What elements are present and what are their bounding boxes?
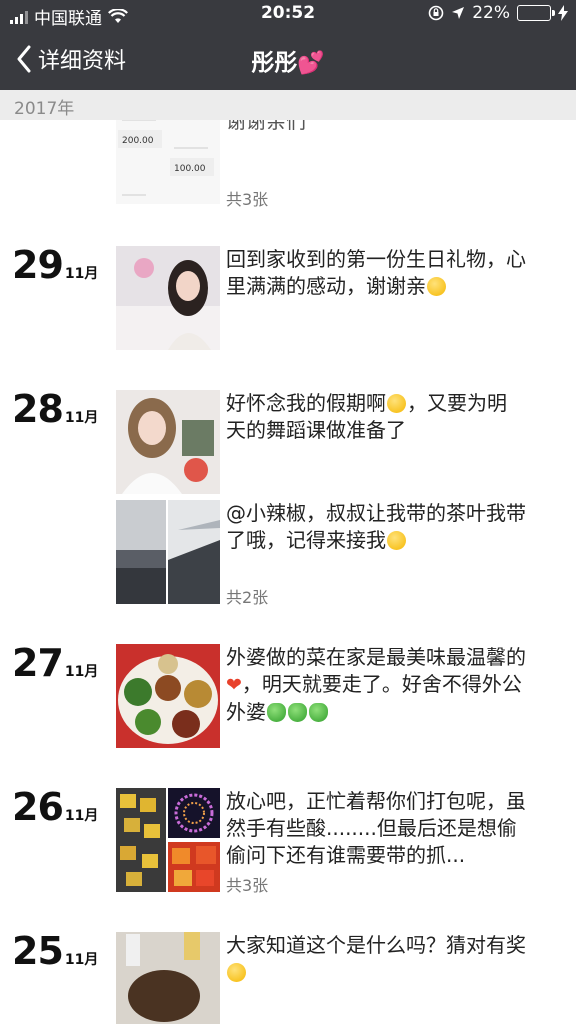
date-month: 11月 (64, 952, 99, 968)
receipt-photo[interactable]: 200.00 100.00 (116, 120, 220, 204)
food-photo[interactable] (116, 644, 220, 748)
battery-icon (517, 5, 555, 21)
fireworks-photo[interactable] (168, 788, 220, 838)
moment-text: 好怀念我的假期啊 ，又要为明天的舞蹈课做准备了 (226, 390, 526, 444)
date-day: 28 (12, 387, 64, 431)
packages-photo[interactable] (116, 788, 166, 892)
entry-date: 29 11月 (12, 246, 98, 284)
entry-date: 27 11月 (12, 644, 98, 682)
date-month: 11月 (64, 808, 99, 824)
photo-count: 共3张 (226, 190, 269, 209)
svg-text:100.00: 100.00 (174, 164, 206, 174)
plane-window-photo[interactable] (168, 500, 220, 604)
location-icon (452, 7, 465, 19)
title-text: 彤彤 (251, 50, 298, 76)
date-day: 29 (12, 243, 64, 287)
moment-text: 放心吧，正忙着帮你们打包呢，虽然手有些酸........但最后还是想偷偷问下还有… (226, 789, 526, 867)
status-bar: 中国联通 20:52 22% (0, 0, 576, 29)
orientation-lock-icon (428, 5, 444, 21)
airport-photo[interactable] (116, 500, 166, 604)
selfie-photo[interactable] (116, 246, 220, 350)
photo-count: 共3张 (226, 876, 269, 895)
date-month: 11月 (64, 266, 99, 282)
smile-emoji (387, 394, 406, 413)
date-month: 11月 (64, 664, 99, 680)
svg-text:200.00: 200.00 (122, 136, 154, 146)
moment-entry[interactable]: 25 11月 大家知道这个是什么吗？猜对有奖 (0, 932, 576, 1024)
moment-text: @小辣椒，叔叔让我带的茶叶我带了哦，记得来接我 (226, 500, 526, 554)
moment-entry[interactable]: @小辣椒，叔叔让我带的茶叶我带了哦，记得来接我 共2张 (0, 500, 576, 610)
frog-emoji (288, 703, 307, 722)
moment-text-part1: 好怀念我的假期啊 (226, 391, 386, 415)
date-day: 26 (12, 785, 64, 829)
heart-emoji: ❤ (226, 674, 242, 696)
moments-feed[interactable]: 200.00 100.00 谢谢亲们 共3张 29 11月 回到家收到的第一份生… (0, 120, 576, 1024)
moment-text: 谢谢亲们 (226, 120, 306, 133)
charging-icon (558, 5, 568, 21)
page-title: 彤彤💕 (0, 43, 576, 77)
moment-entry[interactable]: 26 11月 放心吧，正忙着帮你们打包呢，虽然手有些酸........但最后还是… (0, 788, 576, 898)
kiss-emoji (427, 277, 446, 296)
moment-entry[interactable]: 200.00 100.00 谢谢亲们 共3张 (0, 120, 576, 220)
date-month: 11月 (64, 410, 99, 426)
date-day: 27 (12, 641, 64, 685)
photo-count: 共2张 (226, 588, 269, 607)
moment-entry[interactable]: 27 11月 外婆做的菜在家是最美味最温馨的❤，明天就要走了。好舍不得外公外婆 (0, 644, 576, 754)
moment-entry[interactable]: 29 11月 回到家收到的第一份生日礼物，心里满满的感动，谢谢亲 (0, 246, 576, 356)
status-right: 22% (428, 3, 568, 23)
blush-emoji (387, 531, 406, 550)
nav-bar: 详细资料 彤彤💕 (0, 28, 576, 90)
entry-date: 26 11月 (12, 788, 98, 826)
date-day: 25 (12, 929, 64, 973)
moment-text-content: @小辣椒，叔叔让我带的茶叶我带了哦，记得来接我 (226, 501, 526, 552)
moment-text: 回到家收到的第一份生日礼物，心里满满的感动，谢谢亲 (226, 246, 526, 300)
vacation-photo[interactable] (116, 390, 220, 494)
moment-text-content: 大家知道这个是什么吗？猜对有奖 (226, 933, 526, 957)
entry-date: 25 11月 (12, 932, 98, 970)
mystery-photo[interactable] (116, 932, 220, 1024)
moment-text: 大家知道这个是什么吗？猜对有奖 (226, 932, 526, 986)
frog-emoji (267, 703, 286, 722)
frog-emoji (309, 703, 328, 722)
year-header: 2017年 (0, 90, 576, 120)
entry-date: 28 11月 (12, 390, 98, 428)
snacks-photo[interactable] (168, 842, 220, 892)
moment-text: 外婆做的菜在家是最美味最温馨的❤，明天就要走了。好舍不得外公外婆 (226, 644, 526, 726)
heart-emoji: 💕 (297, 51, 325, 76)
moment-text-content: 回到家收到的第一份生日礼物，心里满满的感动，谢谢亲 (226, 247, 526, 298)
battery-percent: 22% (472, 3, 510, 23)
moment-text-content: 外婆做的菜在家是最美味最温馨的 (226, 645, 526, 669)
thinking-emoji (227, 963, 246, 982)
